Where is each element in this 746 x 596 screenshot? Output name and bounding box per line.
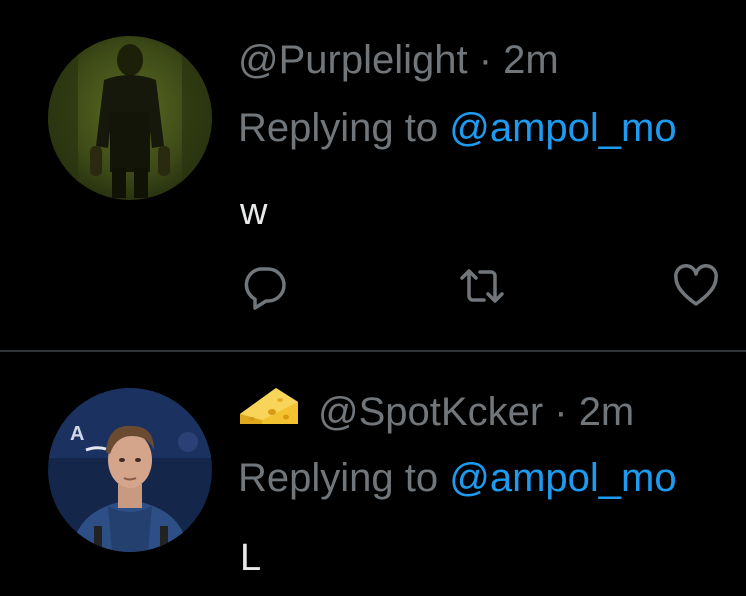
replying-to-label: Replying to xyxy=(238,106,450,150)
reply-button[interactable] xyxy=(240,262,288,310)
separator-dot: · xyxy=(467,38,504,82)
replying-to-mention[interactable]: @ampol_mo xyxy=(449,456,676,500)
avatar[interactable]: A xyxy=(48,388,212,552)
tweet-time[interactable]: 2m xyxy=(579,390,635,434)
like-button[interactable] xyxy=(672,262,720,310)
replying-to-mention[interactable]: @ampol_mo xyxy=(449,106,676,150)
user-handle[interactable]: @SpotKcker xyxy=(318,390,543,434)
cheese-icon xyxy=(238,384,300,437)
reply-icon xyxy=(244,267,286,310)
replying-to-line: Replying to @ampol_mo xyxy=(238,104,677,152)
tweet-header: @Purplelight · 2m xyxy=(238,36,559,84)
replying-to-label: Replying to xyxy=(238,456,450,500)
tweet-text: L xyxy=(240,537,262,579)
tweet[interactable]: A @SpotKcker · 2m Replying to @ampol_mo … xyxy=(0,352,746,596)
retweet-icon xyxy=(460,269,504,303)
svg-text:A: A xyxy=(70,423,84,445)
retweet-button[interactable] xyxy=(458,262,506,310)
replying-to-line: Replying to @ampol_mo xyxy=(238,454,677,502)
tweet[interactable]: @Purplelight · 2m Replying to @ampol_mo … xyxy=(0,0,746,350)
separator-dot: · xyxy=(543,390,579,435)
user-handle[interactable]: @Purplelight xyxy=(238,38,468,82)
tweet-time[interactable]: 2m xyxy=(503,38,559,82)
tweet-text: w xyxy=(240,191,268,233)
avatar[interactable] xyxy=(48,36,212,200)
tweet-header: @SpotKcker · 2m xyxy=(238,388,634,441)
like-icon xyxy=(674,264,718,306)
